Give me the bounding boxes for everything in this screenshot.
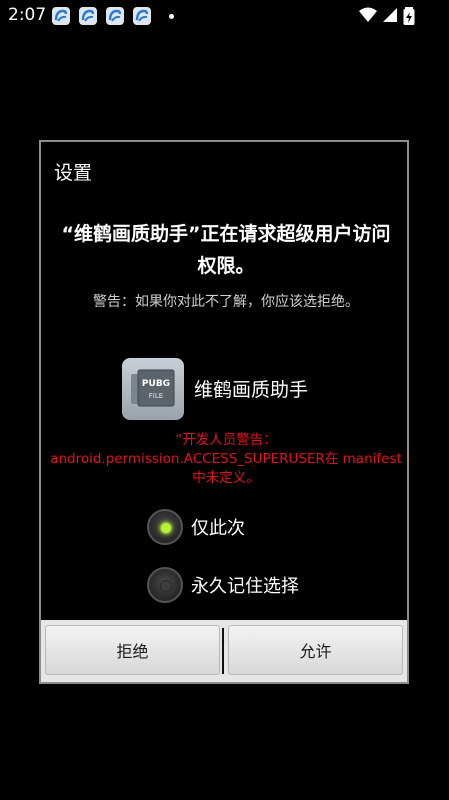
app-icon-text-top: PUBG <box>142 379 170 389</box>
option-once-label[interactable]: 仅此次 <box>191 514 245 540</box>
wifi-icon <box>358 6 378 28</box>
developer-warning: “开发人员警告：android.permission.ACCESS_SUPERU… <box>50 432 402 486</box>
allow-button[interactable]: 允许 <box>228 625 403 675</box>
app-notification-icon <box>79 7 97 25</box>
battery-charging-icon <box>403 6 415 30</box>
option-once[interactable]: 仅此次 <box>147 507 245 547</box>
app-notification-icon <box>52 7 70 25</box>
status-bar: 2:07 <box>0 0 449 32</box>
deny-button[interactable]: 拒绝 <box>45 625 220 675</box>
button-divider <box>222 628 224 674</box>
radio-button-unchecked[interactable] <box>147 567 183 603</box>
app-name: 维鹤画质助手 <box>194 379 309 401</box>
app-icon: PUBG FILE <box>122 358 184 420</box>
dialog-title: 设置 <box>54 162 93 184</box>
warning-message: 警告：如果你对此不了解，你应该选拒绝。 <box>93 294 359 310</box>
status-time: 2:07 <box>8 5 47 25</box>
permission-request-message: “维鹤画质助手”正在请求超级用户访问权限。 <box>61 223 391 277</box>
app-notification-icon <box>133 7 151 25</box>
button-bar: 拒绝 允许 <box>41 620 407 682</box>
superuser-request-dialog: 设置 “维鹤画质助手”正在请求超级用户访问权限。 警告：如果你对此不了解，你应该… <box>39 140 409 684</box>
radio-button-checked[interactable] <box>147 509 183 545</box>
option-remember[interactable]: 永久记住选择 <box>147 565 299 605</box>
option-remember-label[interactable]: 永久记住选择 <box>191 572 299 598</box>
signal-icon <box>381 6 399 28</box>
app-icon-text-bottom: FILE <box>149 392 163 400</box>
app-notification-icon <box>106 7 124 25</box>
more-notifications-dot-icon <box>169 14 174 19</box>
